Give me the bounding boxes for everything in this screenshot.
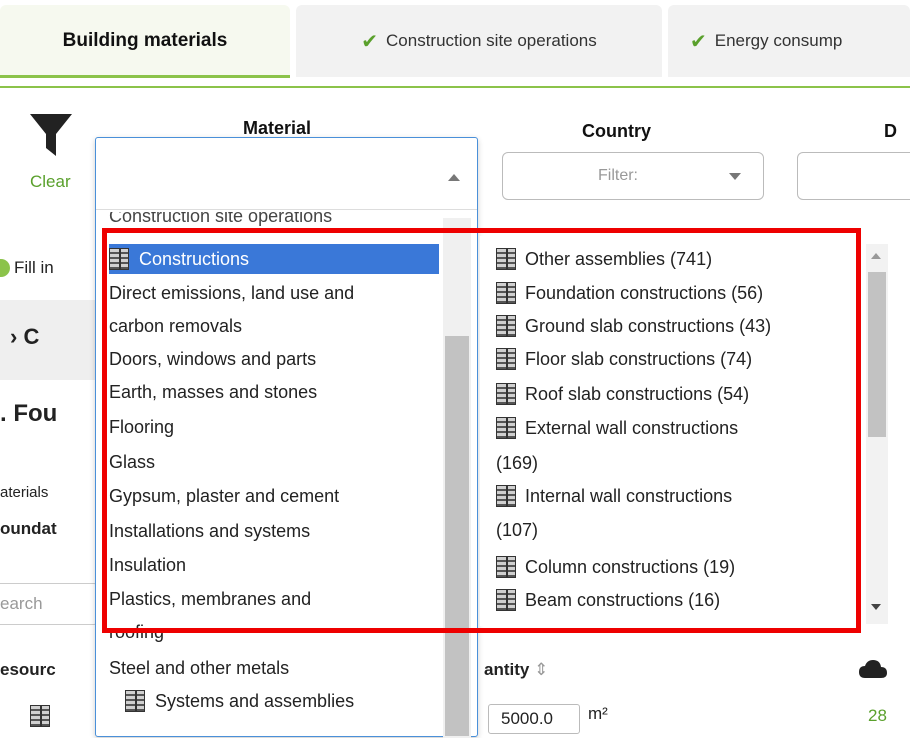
- material-option[interactable]: Direct emissions, land use and: [109, 283, 354, 304]
- section-title-text: C: [23, 324, 40, 349]
- resource-column-header: esourc: [0, 660, 56, 679]
- material-option[interactable]: Earth, masses and stones: [109, 382, 317, 403]
- subtype-option[interactable]: Foundation constructions (56): [496, 282, 763, 304]
- wall-block-icon: [30, 705, 50, 727]
- subtype-label: Column constructions (19): [525, 556, 736, 577]
- material-option[interactable]: Construction site operations: [109, 212, 332, 227]
- subtype-option[interactable]: Floor slab constructions (74): [496, 348, 752, 370]
- wall-block-icon: [496, 282, 516, 304]
- wall-block-icon: [125, 690, 145, 712]
- wall-block-icon: [496, 383, 516, 405]
- wall-block-icon: [496, 248, 516, 270]
- next-filter-select[interactable]: [797, 152, 910, 200]
- unit-label: m²: [588, 704, 608, 723]
- cloud-icon: [859, 660, 887, 678]
- material-dropdown[interactable]: Construction site operations Constructio…: [95, 137, 478, 738]
- material-option[interactable]: Systems and assemblies: [109, 690, 354, 712]
- sort-icon[interactable]: ⇕: [534, 660, 548, 679]
- tab-building-materials[interactable]: Building materials: [0, 5, 290, 77]
- clear-filters-link[interactable]: Clear: [30, 172, 71, 192]
- wall-block-icon: [109, 248, 129, 270]
- subtype-label: Foundation constructions (56): [525, 282, 764, 303]
- fill-in-label: Fill in: [14, 258, 54, 277]
- tab-label: Building materials: [62, 30, 228, 51]
- tab-energy-consumption[interactable]: ✔ Energy consump: [668, 5, 910, 77]
- subtype-label: Beam constructions (16): [525, 589, 721, 610]
- subtype-label: Ground slab constructions (43): [525, 315, 772, 336]
- quantity-input[interactable]: 5000.0: [488, 704, 580, 734]
- subtype-label: Roof slab constructions (54): [525, 383, 750, 404]
- search-input[interactable]: earch: [0, 583, 98, 625]
- tab-label: Construction site operations: [386, 31, 597, 50]
- subtype-option[interactable]: Ground slab constructions (43): [496, 315, 771, 337]
- subtype-option-continued[interactable]: (169): [496, 453, 538, 474]
- subtype-option[interactable]: Internal wall constructions: [496, 485, 732, 507]
- subtype-option[interactable]: Other assemblies (741): [496, 248, 712, 270]
- tab-construction-site-operations[interactable]: ✔ Construction site operations: [296, 5, 662, 77]
- foundation-heading: . Fou: [0, 400, 58, 427]
- wall-block-icon: [496, 485, 516, 507]
- selected-option-label: Constructions: [139, 248, 250, 269]
- country-column-header: Country: [582, 121, 651, 141]
- material-option-list: Construction site operations Constructio…: [96, 212, 441, 738]
- subtype-option[interactable]: Beam constructions (16): [496, 589, 720, 611]
- subtype-scrollbar-thumb[interactable]: [868, 272, 886, 437]
- material-option-selected[interactable]: Constructions: [109, 244, 439, 274]
- result-value: 28: [868, 706, 887, 725]
- material-column-header: Material: [243, 118, 312, 138]
- chevron-up-icon: [448, 174, 460, 181]
- subtype-label: External wall constructions: [525, 417, 739, 438]
- foundat-text: oundat: [0, 519, 57, 538]
- material-option[interactable]: Flooring: [109, 417, 174, 438]
- quantity-label: antity: [484, 660, 530, 679]
- subtype-option[interactable]: Column constructions (19): [496, 556, 735, 578]
- material-option[interactable]: Steel and other metals: [109, 658, 289, 679]
- wall-block-icon: [496, 315, 516, 337]
- tab-divider: [0, 86, 910, 88]
- country-filter-select[interactable]: Filter:: [502, 152, 764, 200]
- chevron-right-icon: ›: [10, 324, 18, 349]
- materials-text: aterials: [0, 484, 49, 501]
- option-label: Systems and assemblies: [155, 690, 355, 711]
- country-filter-placeholder: Filter:: [598, 167, 638, 184]
- material-option[interactable]: Glass: [109, 452, 155, 473]
- material-option[interactable]: Insulation: [109, 555, 186, 576]
- dropdown-scrollbar-thumb[interactable]: [445, 336, 469, 736]
- material-search-input[interactable]: [96, 138, 477, 210]
- next-column-header: D: [884, 121, 897, 141]
- subtype-label: Floor slab constructions (74): [525, 348, 753, 369]
- material-option[interactable]: Plastics, membranes and: [109, 589, 311, 610]
- subtype-option-continued[interactable]: (107): [496, 520, 538, 541]
- construction-subtype-list: Other assemblies (741) Foundation constr…: [480, 236, 895, 626]
- scroll-down-arrow-icon[interactable]: [871, 604, 881, 610]
- subtype-option[interactable]: Roof slab constructions (54): [496, 383, 749, 405]
- checkmark-icon: ✔: [690, 30, 707, 53]
- search-placeholder: earch: [0, 594, 43, 613]
- wall-block-icon: [496, 348, 516, 370]
- quantity-column-header: antity ⇕: [484, 660, 548, 680]
- material-option[interactable]: Doors, windows and parts: [109, 349, 316, 370]
- quantity-value: 5000.0: [501, 709, 553, 728]
- wall-block-icon: [496, 417, 516, 439]
- funnel-icon[interactable]: [28, 112, 74, 158]
- subtype-option[interactable]: External wall constructions: [496, 417, 738, 439]
- wall-block-icon: [496, 589, 516, 611]
- material-option[interactable]: Gypsum, plaster and cement: [109, 486, 339, 507]
- chevron-down-icon: [729, 173, 741, 180]
- wall-block-icon: [496, 556, 516, 578]
- scroll-up-arrow-icon[interactable]: [871, 253, 881, 259]
- tab-label: Energy consump: [714, 31, 843, 50]
- section-title[interactable]: › C: [10, 324, 39, 350]
- material-option-continued[interactable]: roofing: [109, 622, 164, 643]
- fill-in-indicator: [0, 259, 10, 277]
- material-option[interactable]: Installations and systems: [109, 521, 310, 542]
- subtype-label: Other assemblies (741): [525, 248, 713, 269]
- active-tab-indicator: [0, 75, 290, 78]
- material-option-continued[interactable]: carbon removals: [109, 316, 242, 337]
- checkmark-icon: ✔: [361, 30, 379, 53]
- subtype-label: Internal wall constructions: [525, 485, 733, 506]
